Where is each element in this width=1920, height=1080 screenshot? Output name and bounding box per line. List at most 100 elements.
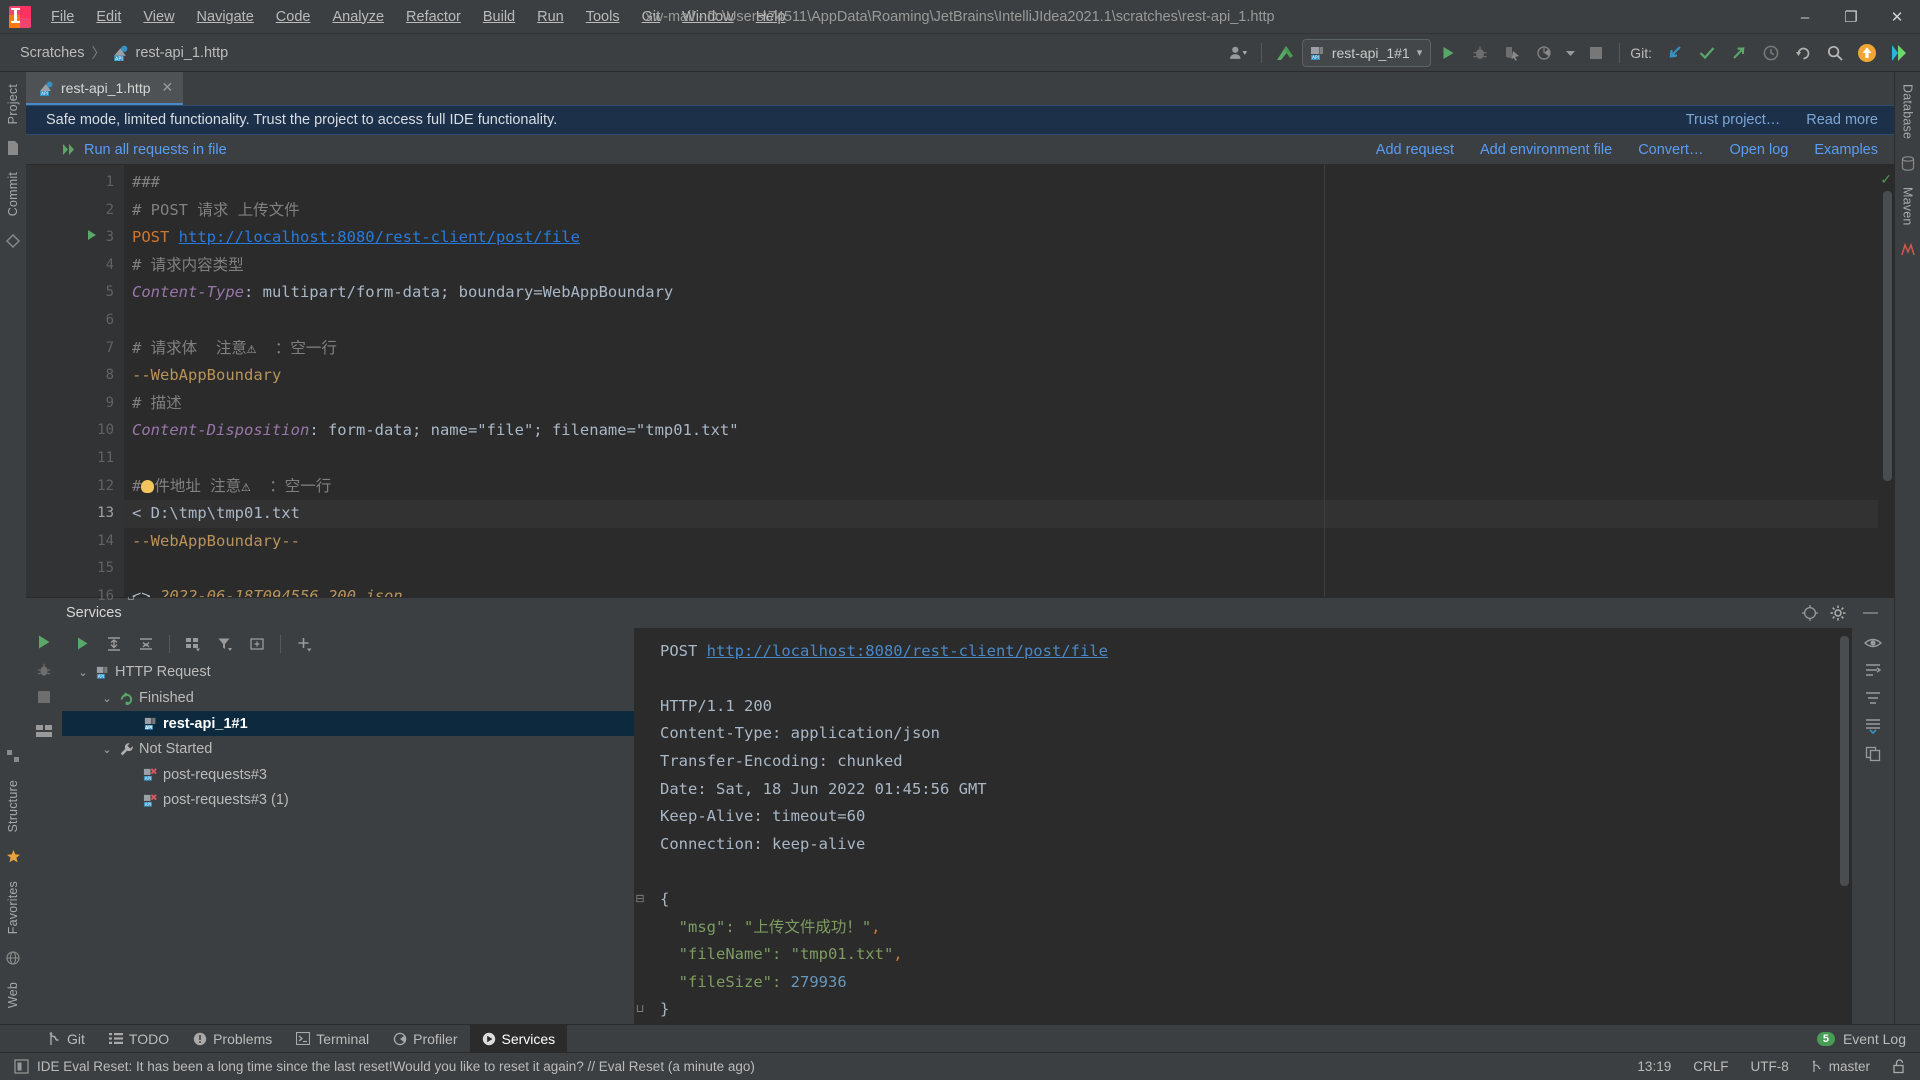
toolbox-icon[interactable] <box>1884 39 1914 67</box>
sidebar-item-database[interactable]: Database <box>1897 78 1919 145</box>
maximize-button[interactable]: ❐ <box>1828 0 1874 34</box>
run-request-gutter-icon[interactable] <box>86 229 98 241</box>
toolwindow-problems[interactable]: Problems <box>181 1025 284 1053</box>
sidebar-item-maven[interactable]: Maven <box>1897 181 1919 232</box>
menu-item-navigate[interactable]: Navigate <box>186 5 265 29</box>
menu-item-edit[interactable]: Edit <box>85 5 132 29</box>
editor-gutter[interactable]: 123⊟45678⊟910111213⊔141516⊔ <box>26 165 135 604</box>
update-project-icon[interactable] <box>1660 39 1690 67</box>
code-line[interactable]: # 请求体 注意⚠ ：空一行 <box>124 335 1878 363</box>
editor-marker-bar[interactable]: ✓ <box>1878 165 1894 597</box>
menu-item-view[interactable]: View <box>132 5 185 29</box>
debug-icon[interactable] <box>36 662 52 678</box>
eye-icon[interactable] <box>1864 636 1882 650</box>
sidebar-item-project[interactable]: Project <box>2 78 24 130</box>
breadcrumb-scratches[interactable]: Scratches <box>16 43 88 63</box>
http-response-viewer[interactable]: ⊟ ⊔ POST http://localhost:8080/rest-clien… <box>634 627 1852 1024</box>
chevron-down-icon[interactable]: ⌄ <box>100 692 114 705</box>
sidebar-item-structure[interactable]: Structure <box>2 774 24 839</box>
code-line[interactable]: # 请求内容类型 <box>124 252 1878 280</box>
code-line[interactable]: --WebAppBoundary <box>124 362 1878 390</box>
sidebar-item-commit[interactable]: Commit <box>2 166 24 222</box>
menu-item-file[interactable]: File <box>40 5 85 29</box>
code-line[interactable]: < D:\tmp\tmp01.txt <box>124 500 1878 528</box>
coverage-icon[interactable] <box>1497 39 1527 67</box>
profiler-icon[interactable] <box>1529 39 1559 67</box>
stop-icon[interactable] <box>1581 39 1611 67</box>
code-line[interactable] <box>124 307 1878 335</box>
tree-node[interactable]: API rest-api_1#1 <box>62 710 634 737</box>
project-files-icon[interactable] <box>3 138 23 158</box>
minimize-icon[interactable]: — <box>1857 604 1884 621</box>
caret-position[interactable]: 13:19 <box>1637 1059 1671 1074</box>
add-tab-icon[interactable] <box>245 632 269 656</box>
menu-item-run[interactable]: Run <box>526 5 575 29</box>
response-fold-marker[interactable]: ⊟ <box>634 886 646 914</box>
menu-item-analyze[interactable]: Analyze <box>321 5 395 29</box>
stop-icon[interactable] <box>37 690 51 704</box>
intention-bulb-icon[interactable] <box>141 479 155 493</box>
chevron-down-icon[interactable]: ⌄ <box>100 743 114 756</box>
code-editor[interactable]: 123⊟45678⊟910111213⊔141516⊔ #### POST 请求… <box>26 165 1894 604</box>
code-line[interactable] <box>124 445 1878 473</box>
examples-link[interactable]: Examples <box>1814 142 1878 158</box>
search-icon[interactable] <box>1820 39 1850 67</box>
read-more-link[interactable]: Read more <box>1806 112 1878 128</box>
open-log-link[interactable]: Open log <box>1729 142 1788 158</box>
file-encoding[interactable]: UTF-8 <box>1750 1059 1788 1074</box>
tree-node[interactable]: API post-requests#3 (1) <box>62 788 634 814</box>
tab-rest-api-1-http[interactable]: API rest-api_1.http ✕ <box>26 72 184 105</box>
wrap-lines-icon[interactable] <box>1864 662 1882 678</box>
run-all-icon[interactable] <box>62 143 76 156</box>
gear-icon[interactable] <box>1829 604 1847 622</box>
convert-link[interactable]: Convert… <box>1638 142 1703 158</box>
line-separator[interactable]: CRLF <box>1693 1059 1728 1074</box>
run-dropdown-icon[interactable] <box>1561 39 1579 67</box>
menu-item-code[interactable]: Code <box>265 5 322 29</box>
response-fold-marker[interactable]: ⊔ <box>634 996 646 1024</box>
window-controls[interactable]: – ❐ ✕ <box>1782 0 1920 34</box>
scroll-end-icon[interactable] <box>1864 718 1882 734</box>
editor-code-area[interactable]: ### # POST 请求 上传文件 POST http://localhost:8… <box>124 165 1878 597</box>
chevron-down-icon[interactable]: ⌄ <box>76 666 90 679</box>
tree-node[interactable]: ⌄ API HTTP Request <box>62 660 634 686</box>
tree-node[interactable]: ⌄ Not Started <box>62 736 634 762</box>
rollback-icon[interactable] <box>1788 39 1818 67</box>
services-tree[interactable]: ⌄ API HTTP Request ⌄ Finished API rest-api_1#1… <box>62 660 634 1024</box>
git-branch-widget[interactable]: master <box>1811 1059 1870 1074</box>
code-line[interactable]: Content-Type: multipart/form-data; bound… <box>124 279 1878 307</box>
breadcrumb-rest-api-file[interactable]: API rest-api_1.http <box>108 42 232 63</box>
user-icon[interactable] <box>1223 39 1253 67</box>
close-icon[interactable]: ✕ <box>162 79 174 96</box>
tree-node[interactable]: API post-requests#3 <box>62 762 634 788</box>
toolwindow-profiler[interactable]: Profiler <box>381 1025 469 1053</box>
editor-scrollbar[interactable] <box>1883 191 1892 481</box>
code-line[interactable]: --WebAppBoundary-- <box>124 528 1878 556</box>
code-line[interactable]: POST http://localhost:8080/rest-client/p… <box>124 224 1878 252</box>
code-line[interactable]: # 件地址 注意⚠ ：空一行 <box>124 473 1878 501</box>
toolwindow-todo[interactable]: TODO <box>97 1025 181 1053</box>
database-icon[interactable] <box>1898 153 1918 173</box>
menu-item-build[interactable]: Build <box>472 5 526 29</box>
push-icon[interactable] <box>1724 39 1754 67</box>
run-icon[interactable] <box>1433 39 1463 67</box>
toolwindow-terminal[interactable]: Terminal <box>284 1025 381 1053</box>
run-configuration-selector[interactable]: API rest-api_1#1 ▾ <box>1301 38 1432 67</box>
debug-icon[interactable] <box>1465 39 1495 67</box>
collapse-all-icon[interactable] <box>134 632 158 656</box>
commit-icon[interactable] <box>1692 39 1722 67</box>
maven-icon[interactable] <box>1898 240 1918 260</box>
menu-item-refactor[interactable]: Refactor <box>395 5 472 29</box>
build-icon[interactable] <box>1270 39 1300 67</box>
add-request-link[interactable]: Add request <box>1376 142 1454 158</box>
sidebar-item-favorites[interactable]: Favorites <box>2 875 24 940</box>
code-line[interactable]: # 描述 <box>124 390 1878 418</box>
unlocked-icon[interactable] <box>1892 1059 1906 1074</box>
menu-item-help[interactable]: Help <box>745 5 797 29</box>
menu-item-git[interactable]: Git <box>631 5 672 29</box>
history-icon[interactable] <box>1756 39 1786 67</box>
menu-item-window[interactable]: Window <box>671 5 745 29</box>
commit-diamond-icon[interactable] <box>3 231 23 251</box>
code-line[interactable]: ### <box>124 169 1878 197</box>
layout-icon[interactable] <box>36 724 52 738</box>
